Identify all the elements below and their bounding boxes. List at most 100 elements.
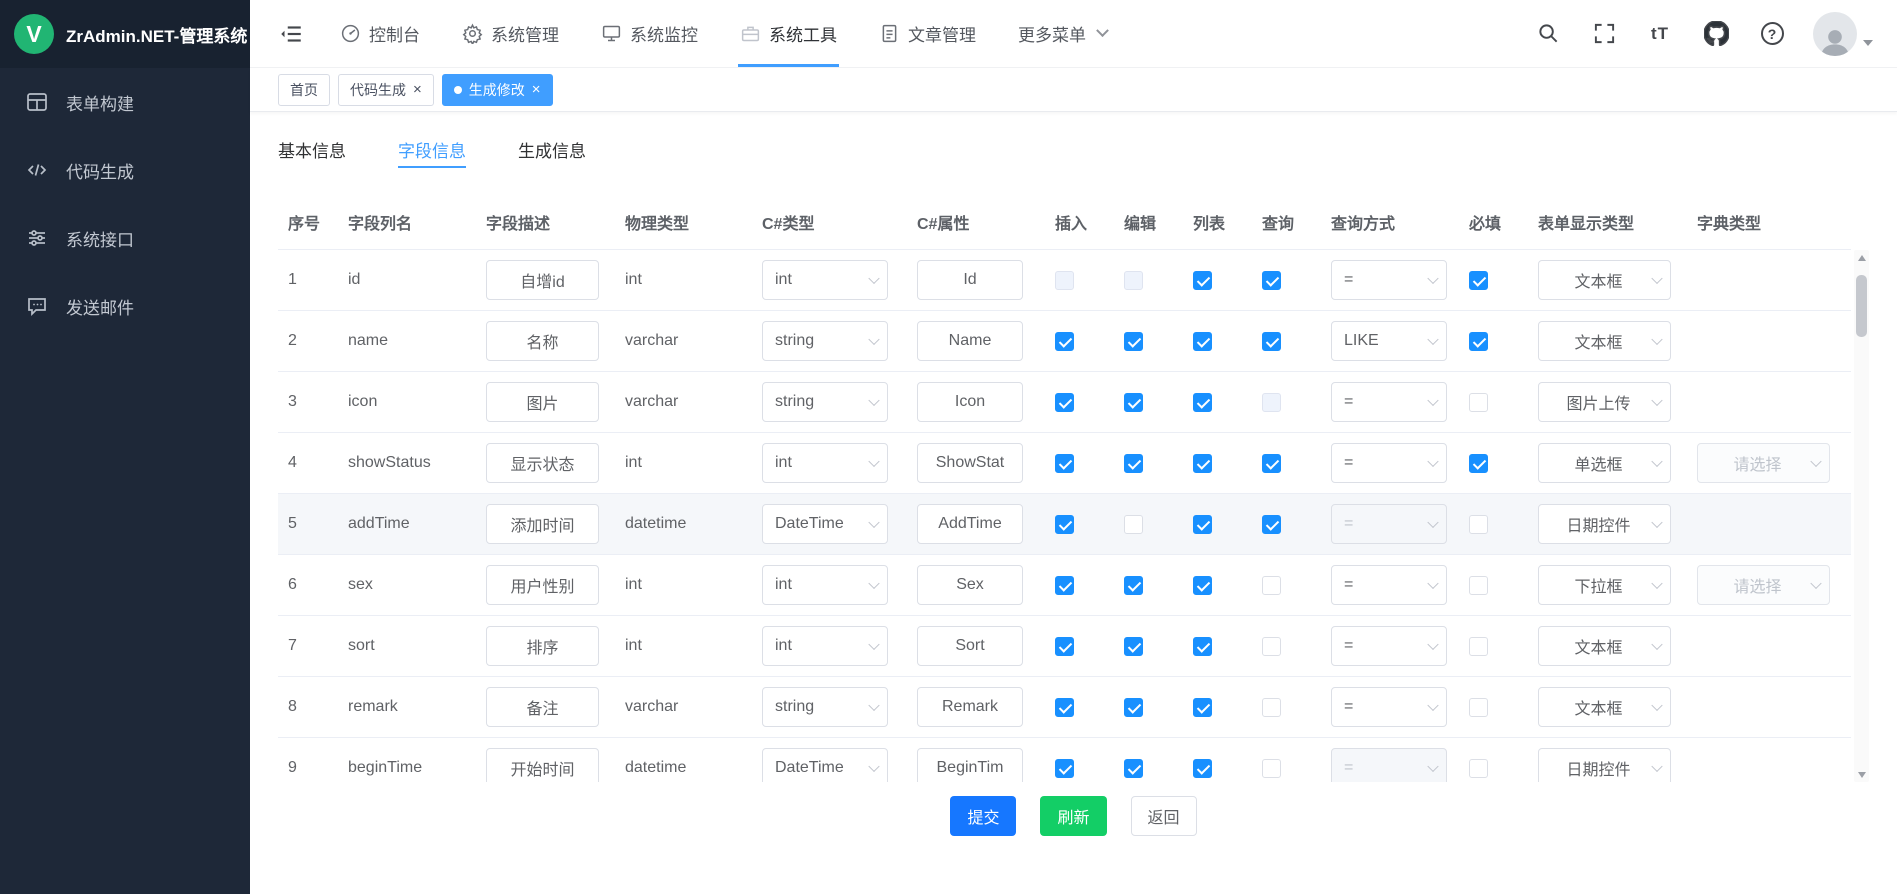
search-icon[interactable] bbox=[1533, 19, 1563, 49]
sidebar-item-send-mail[interactable]: 发送邮件 bbox=[0, 272, 250, 340]
tab-field-info[interactable]: 字段信息 bbox=[398, 128, 466, 170]
cs-type-select[interactable]: string bbox=[762, 382, 888, 422]
required-checkbox[interactable] bbox=[1469, 576, 1488, 595]
edit-checkbox[interactable] bbox=[1124, 576, 1143, 595]
required-checkbox[interactable] bbox=[1469, 759, 1488, 778]
query-checkbox[interactable] bbox=[1262, 454, 1281, 473]
display-type-select[interactable]: 单选框 bbox=[1538, 443, 1671, 483]
query-type-select[interactable]: = bbox=[1331, 382, 1447, 422]
list-checkbox[interactable] bbox=[1193, 576, 1212, 595]
display-type-select[interactable]: 文本框 bbox=[1538, 260, 1671, 300]
cs-type-select[interactable]: int bbox=[762, 626, 888, 666]
sidebar-collapse-icon[interactable] bbox=[274, 17, 308, 51]
tag-home[interactable]: 首页 bbox=[278, 74, 330, 106]
refresh-button[interactable]: 刷新 bbox=[1040, 796, 1106, 836]
tab-basic-info[interactable]: 基本信息 bbox=[278, 128, 346, 170]
display-type-select[interactable]: 文本框 bbox=[1538, 321, 1671, 361]
cs-type-select[interactable]: int bbox=[762, 260, 888, 300]
required-checkbox[interactable] bbox=[1469, 271, 1488, 290]
topnav-item-article-manage[interactable]: 文章管理 bbox=[877, 0, 978, 67]
close-icon[interactable]: × bbox=[532, 82, 541, 97]
cs-prop-input[interactable] bbox=[917, 321, 1023, 361]
query-checkbox[interactable] bbox=[1262, 698, 1281, 717]
cs-prop-input[interactable] bbox=[917, 626, 1023, 666]
field-desc-input[interactable] bbox=[486, 443, 599, 483]
topnav-item-system-monitor[interactable]: 系统监控 bbox=[599, 0, 700, 67]
query-checkbox[interactable] bbox=[1262, 576, 1281, 595]
edit-checkbox[interactable] bbox=[1124, 759, 1143, 778]
list-checkbox[interactable] bbox=[1193, 454, 1212, 473]
insert-checkbox[interactable] bbox=[1055, 332, 1074, 351]
field-desc-input[interactable] bbox=[486, 260, 599, 300]
cs-prop-input[interactable] bbox=[917, 443, 1023, 483]
scroll-down-arrow[interactable] bbox=[1854, 767, 1869, 782]
sidebar-item-code-gen[interactable]: 代码生成 bbox=[0, 136, 250, 204]
scrollbar-track[interactable] bbox=[1854, 265, 1869, 767]
required-checkbox[interactable] bbox=[1469, 332, 1488, 351]
cs-prop-input[interactable] bbox=[917, 565, 1023, 605]
field-desc-input[interactable] bbox=[486, 382, 599, 422]
insert-checkbox[interactable] bbox=[1055, 454, 1074, 473]
dict-type-select[interactable]: 请选择 bbox=[1697, 565, 1830, 605]
cs-type-select[interactable]: int bbox=[762, 565, 888, 605]
display-type-select[interactable]: 日期控件 bbox=[1538, 504, 1671, 544]
list-checkbox[interactable] bbox=[1193, 637, 1212, 656]
edit-checkbox[interactable] bbox=[1124, 454, 1143, 473]
field-desc-input[interactable] bbox=[486, 748, 599, 782]
edit-checkbox[interactable] bbox=[1124, 393, 1143, 412]
required-checkbox[interactable] bbox=[1469, 393, 1488, 412]
list-checkbox[interactable] bbox=[1193, 698, 1212, 717]
cs-prop-input[interactable] bbox=[917, 504, 1023, 544]
cs-prop-input[interactable] bbox=[917, 748, 1023, 782]
sidebar-item-form-builder[interactable]: 表单构建 bbox=[0, 68, 250, 136]
list-checkbox[interactable] bbox=[1193, 332, 1212, 351]
dict-type-select[interactable]: 请选择 bbox=[1697, 443, 1830, 483]
topnav-item-system-manage[interactable]: 系统管理 bbox=[460, 0, 561, 67]
cs-prop-input[interactable] bbox=[917, 382, 1023, 422]
display-type-select[interactable]: 图片上传 bbox=[1538, 382, 1671, 422]
query-checkbox[interactable] bbox=[1262, 759, 1281, 778]
tag-code-gen[interactable]: 代码生成 × bbox=[338, 74, 434, 106]
topnav-item-dashboard[interactable]: 控制台 bbox=[338, 0, 422, 67]
query-type-select[interactable]: = bbox=[1331, 565, 1447, 605]
insert-checkbox[interactable] bbox=[1055, 759, 1074, 778]
scrollbar-thumb[interactable] bbox=[1856, 275, 1867, 337]
submit-button[interactable]: 提交 bbox=[950, 796, 1016, 836]
table-scrollbar[interactable] bbox=[1854, 250, 1869, 782]
display-type-select[interactable]: 文本框 bbox=[1538, 626, 1671, 666]
query-type-select[interactable]: = bbox=[1331, 443, 1447, 483]
required-checkbox[interactable] bbox=[1469, 637, 1488, 656]
cs-type-select[interactable]: DateTime bbox=[762, 504, 888, 544]
display-type-select[interactable]: 下拉框 bbox=[1538, 565, 1671, 605]
scroll-up-arrow[interactable] bbox=[1854, 250, 1869, 265]
cs-prop-input[interactable] bbox=[917, 687, 1023, 727]
cs-type-select[interactable]: string bbox=[762, 321, 888, 361]
edit-checkbox[interactable] bbox=[1124, 332, 1143, 351]
topnav-item-more-menu[interactable]: 更多菜单 bbox=[1016, 0, 1109, 67]
sidebar-item-system-api[interactable]: 系统接口 bbox=[0, 204, 250, 272]
insert-checkbox[interactable] bbox=[1055, 515, 1074, 534]
query-checkbox[interactable] bbox=[1262, 515, 1281, 534]
github-icon[interactable] bbox=[1701, 19, 1731, 49]
font-size-icon[interactable]: tT bbox=[1645, 19, 1675, 49]
display-type-select[interactable]: 文本框 bbox=[1538, 687, 1671, 727]
list-checkbox[interactable] bbox=[1193, 759, 1212, 778]
list-checkbox[interactable] bbox=[1193, 393, 1212, 412]
display-type-select[interactable]: 日期控件 bbox=[1538, 748, 1671, 782]
query-checkbox[interactable] bbox=[1262, 271, 1281, 290]
tag-gen-modify[interactable]: 生成修改 × bbox=[442, 74, 553, 106]
field-desc-input[interactable] bbox=[486, 321, 599, 361]
query-type-select[interactable]: = bbox=[1331, 260, 1447, 300]
insert-checkbox[interactable] bbox=[1055, 576, 1074, 595]
query-type-select[interactable]: = bbox=[1331, 626, 1447, 666]
required-checkbox[interactable] bbox=[1469, 454, 1488, 473]
insert-checkbox[interactable] bbox=[1055, 698, 1074, 717]
required-checkbox[interactable] bbox=[1469, 515, 1488, 534]
insert-checkbox[interactable] bbox=[1055, 393, 1074, 412]
tab-gen-info[interactable]: 生成信息 bbox=[518, 128, 586, 170]
edit-checkbox[interactable] bbox=[1124, 698, 1143, 717]
field-desc-input[interactable] bbox=[486, 687, 599, 727]
query-checkbox[interactable] bbox=[1262, 332, 1281, 351]
insert-checkbox[interactable] bbox=[1055, 637, 1074, 656]
field-desc-input[interactable] bbox=[486, 626, 599, 666]
